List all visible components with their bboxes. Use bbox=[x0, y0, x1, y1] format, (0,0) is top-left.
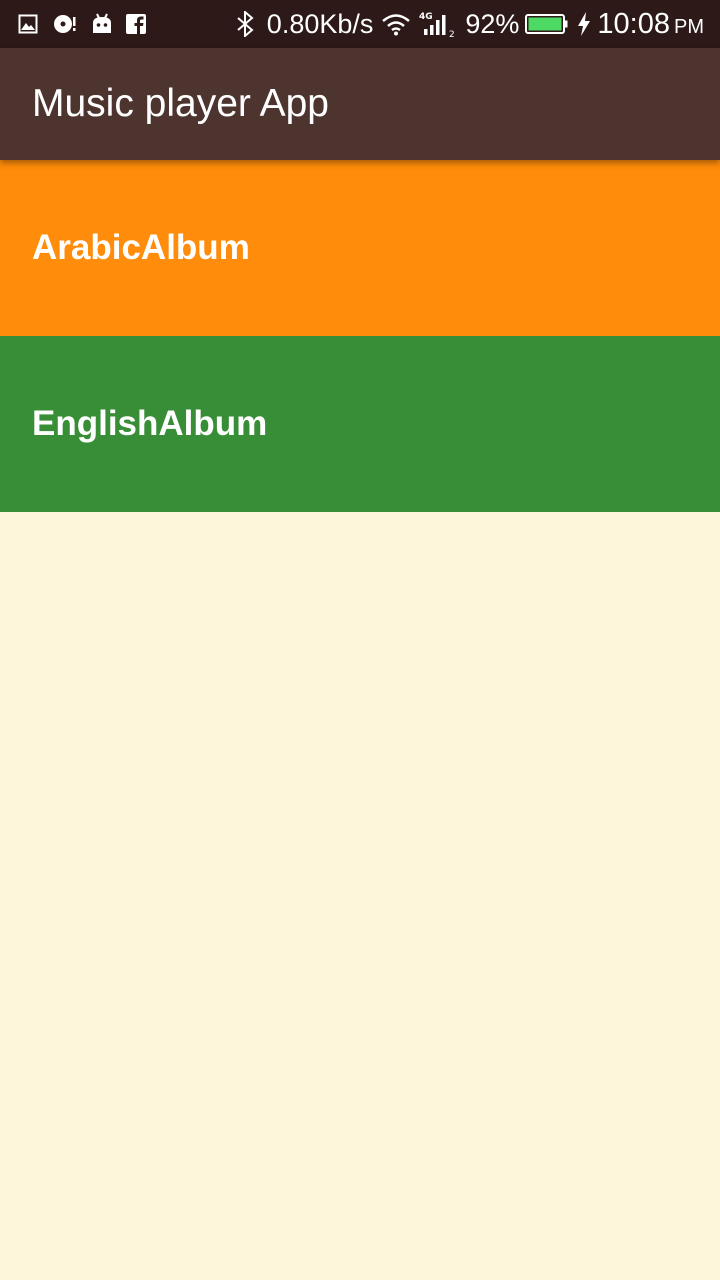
music-notification-icon bbox=[52, 13, 78, 35]
data-speed: 0.80Kb/s bbox=[266, 9, 374, 39]
system-indicators: 0.80Kb/s 4G 2 92% 10:08 PM bbox=[235, 0, 720, 48]
notification-icons bbox=[0, 13, 146, 35]
app-bar: Music player App bbox=[0, 48, 720, 160]
album-item-arabic[interactable]: ArabicAlbum bbox=[0, 160, 720, 336]
battery-icon bbox=[525, 13, 569, 35]
gallery-icon bbox=[18, 14, 38, 34]
bluetooth-icon bbox=[235, 11, 255, 37]
signal-4g-icon: 4G 2 bbox=[419, 10, 459, 38]
battery-percent: 92% bbox=[465, 9, 520, 39]
clock-time: 10:08 bbox=[597, 8, 670, 40]
facebook-icon bbox=[126, 14, 146, 34]
wifi-icon bbox=[381, 12, 411, 36]
empty-content-area bbox=[0, 512, 720, 1280]
album-item-english[interactable]: EnglishAlbum bbox=[0, 336, 720, 512]
svg-text:2: 2 bbox=[449, 30, 455, 38]
album-label: ArabicAlbum bbox=[32, 228, 250, 267]
android-icon bbox=[92, 13, 112, 35]
svg-text:4G: 4G bbox=[419, 12, 433, 22]
charging-icon bbox=[577, 12, 591, 36]
app-title: Music player App bbox=[32, 82, 329, 125]
album-label: EnglishAlbum bbox=[32, 404, 268, 443]
clock-ampm: PM bbox=[674, 15, 704, 38]
status-bar: 0.80Kb/s 4G 2 92% 10:08 PM bbox=[0, 0, 720, 48]
